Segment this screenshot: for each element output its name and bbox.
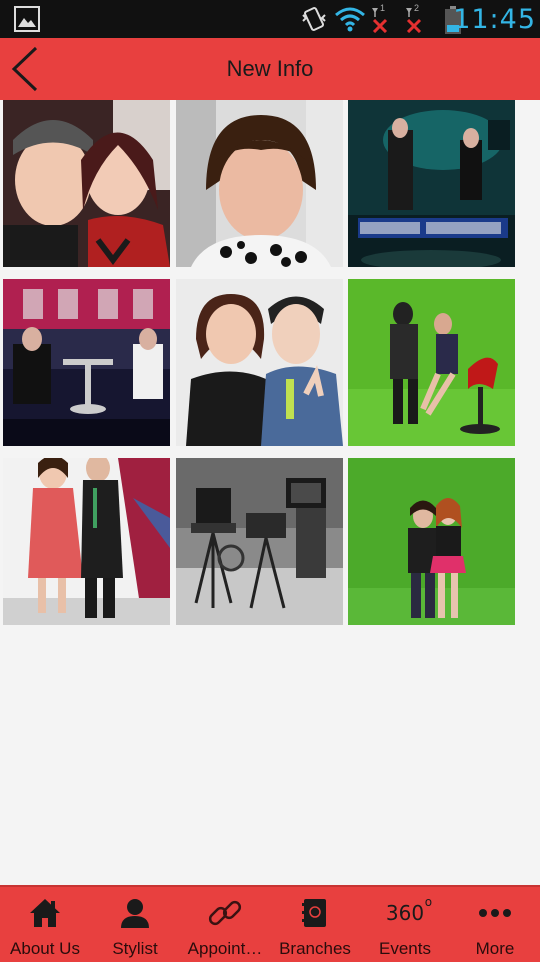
- nav-label: Events: [379, 939, 431, 958]
- nav-label: Branches: [279, 939, 351, 958]
- person-icon: [121, 899, 149, 928]
- photo-tile[interactable]: [348, 100, 515, 267]
- nav-label: More: [475, 939, 515, 958]
- 360-icon-text: 360: [385, 901, 425, 925]
- nav-label: Stylist: [112, 939, 158, 958]
- nav-events[interactable]: 360 o Events: [360, 887, 450, 962]
- photo-tile[interactable]: [348, 279, 515, 446]
- sim1-number: 1: [380, 3, 386, 13]
- bottom-navigation: About Us Stylist Appoint… Branches 360 o…: [0, 885, 540, 962]
- photo-tile[interactable]: [176, 279, 343, 446]
- back-button[interactable]: [6, 44, 46, 94]
- photo-pink-dress-duo: [3, 458, 170, 625]
- wifi-icon: [335, 7, 365, 32]
- photo-green-screen-duo: [348, 458, 515, 625]
- status-bar: 1 2 11:45: [0, 0, 540, 38]
- clock-time: 11:45: [453, 4, 536, 35]
- nav-branches[interactable]: Branches: [270, 887, 360, 962]
- photo-tv-studio-news: [348, 100, 515, 267]
- more-dots-icon: [479, 909, 511, 917]
- signal-sim1-icon: 1: [368, 3, 396, 34]
- nav-label: Appoint…: [187, 939, 263, 958]
- vibrate-icon: [302, 7, 326, 31]
- home-icon: [30, 899, 60, 927]
- branches-icon: [302, 899, 326, 927]
- photo-tile[interactable]: [176, 100, 343, 267]
- page-title: New Info: [226, 56, 314, 81]
- chevron-left-icon: [11, 46, 38, 92]
- 360-icon: 360 o: [385, 895, 433, 925]
- nav-label: About Us: [10, 939, 80, 958]
- photo-news-set-hosts: [3, 279, 170, 446]
- photo-tile[interactable]: [3, 458, 170, 625]
- photo-studio-cameras: [176, 458, 343, 625]
- nav-about-us[interactable]: About Us: [0, 887, 90, 962]
- nav-appointment[interactable]: Appoint…: [180, 887, 270, 962]
- signal-sim2-icon: 2: [402, 3, 430, 34]
- photo-duo-selfie: [176, 279, 343, 446]
- photo-short-hair-selfie: [176, 100, 343, 267]
- nav-more[interactable]: More: [450, 887, 540, 962]
- photo-tile[interactable]: [3, 100, 170, 267]
- nav-stylist[interactable]: Stylist: [90, 887, 180, 962]
- sim2-number: 2: [414, 3, 420, 13]
- link-icon: [208, 900, 242, 926]
- photo-tile[interactable]: [176, 458, 343, 625]
- photo-tile[interactable]: [3, 279, 170, 446]
- gallery-notification-icon: [14, 6, 40, 32]
- photo-selfie-couple: [3, 100, 170, 267]
- photo-tile[interactable]: [348, 458, 515, 625]
- photo-green-screen-makeup: [348, 279, 515, 446]
- app-header: New Info: [0, 38, 540, 100]
